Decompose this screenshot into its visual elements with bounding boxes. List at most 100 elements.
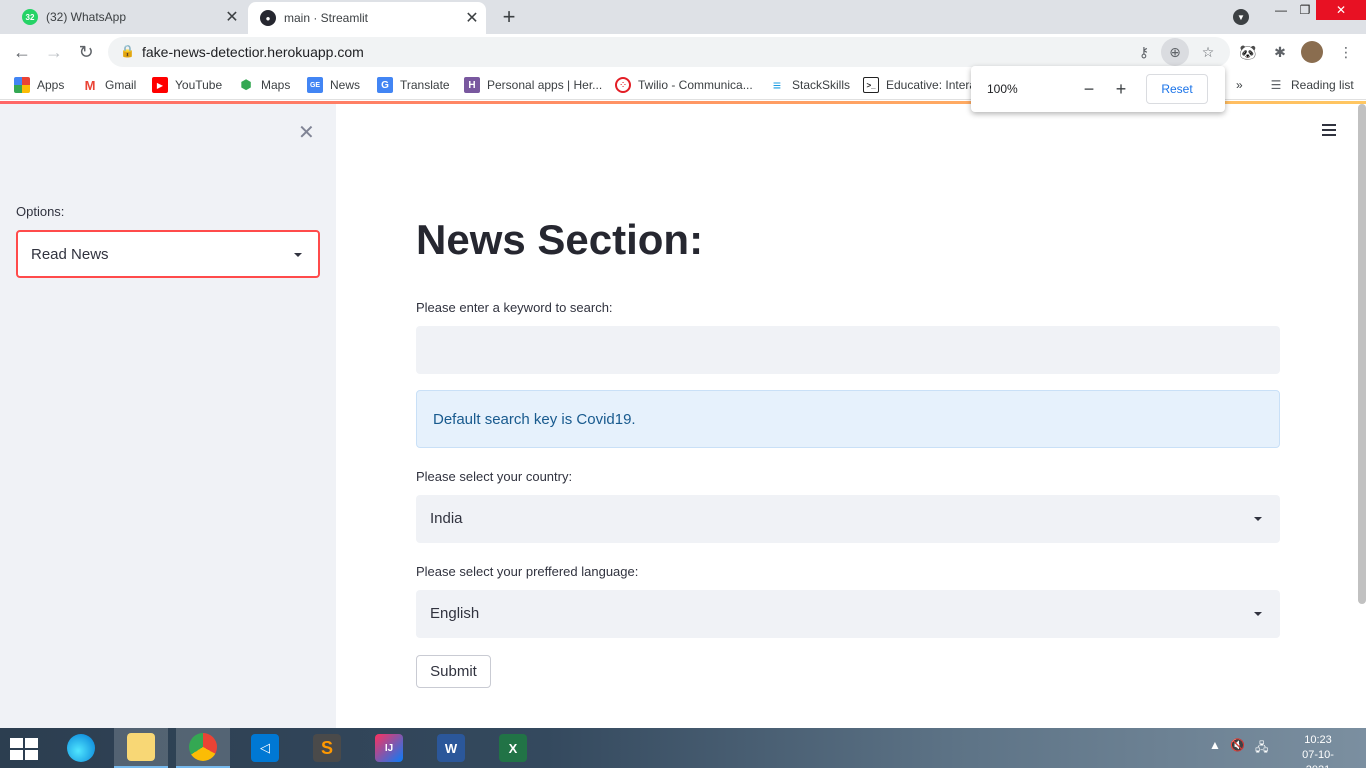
bookmark-label: Translate: [400, 78, 450, 92]
educative-icon: >_: [863, 77, 879, 93]
extension-panda-icon[interactable]: 🐼: [1238, 42, 1258, 62]
address-bar[interactable]: 🔒 fake-news-detectior.herokuapp.com ⚷ ⊕ …: [108, 37, 1230, 67]
chevron-down-icon: [294, 253, 302, 257]
taskbar-word[interactable]: W: [424, 728, 478, 768]
chevron-down-icon: [1254, 517, 1262, 521]
bookmark-label: Gmail: [105, 78, 137, 92]
zoom-reset-button[interactable]: Reset: [1146, 74, 1208, 104]
apps-grid-icon: [14, 77, 30, 93]
tab-title: main · Streamlit: [284, 11, 369, 25]
intellij-icon: IJ: [375, 734, 403, 762]
tab-search-icon[interactable]: ▼: [1233, 9, 1249, 25]
taskbar-chrome[interactable]: [176, 728, 230, 768]
bookmark-heroku[interactable]: H Personal apps | Her...: [464, 76, 602, 94]
zoom-icon[interactable]: ⊕: [1161, 38, 1189, 66]
bookmark-educative[interactable]: >_ Educative: Intera: [863, 76, 976, 94]
bookmarks-overflow-icon[interactable]: »: [1236, 76, 1243, 94]
country-select[interactable]: India: [416, 495, 1280, 543]
bookmark-star-icon[interactable]: ☆: [1198, 42, 1218, 62]
clock-date: 07-10-2021: [1302, 749, 1334, 776]
options-label: Options:: [16, 204, 65, 219]
taskbar-intellij[interactable]: IJ: [362, 728, 416, 768]
bookmark-stackskills[interactable]: ≡ StackSkills: [769, 76, 850, 94]
keyword-label: Please enter a keyword to search:: [416, 300, 613, 315]
main-content: News Section: Please enter a keyword to …: [336, 104, 1366, 728]
word-icon: W: [437, 734, 465, 762]
close-sidebar-icon[interactable]: ✕: [298, 120, 315, 145]
clock-time: 10:23: [1304, 734, 1332, 746]
forward-icon[interactable]: →: [42, 40, 66, 64]
tray-overflow-icon[interactable]: ▲: [1209, 738, 1221, 752]
chrome-icon: [189, 733, 217, 761]
key-icon[interactable]: ⚷: [1134, 42, 1154, 62]
folder-icon: [127, 733, 155, 761]
close-tab-icon[interactable]: ✕: [464, 10, 480, 27]
country-selected-value: India: [430, 510, 463, 527]
close-window-icon[interactable]: ✕: [1316, 0, 1366, 20]
bookmark-youtube[interactable]: ▶ YouTube: [152, 76, 222, 94]
language-label: Please select your preffered language:: [416, 564, 639, 579]
lock-icon[interactable]: 🔒: [120, 44, 135, 58]
taskbar-edge[interactable]: [54, 728, 108, 768]
tab-title: (32) WhatsApp: [46, 10, 127, 24]
extensions-puzzle-icon[interactable]: ✱: [1270, 42, 1290, 62]
twilio-icon: ⁘: [615, 77, 631, 93]
stackskills-icon: ≡: [769, 77, 785, 93]
gmail-icon: M: [82, 77, 98, 93]
new-tab-button[interactable]: +: [498, 6, 520, 28]
bookmark-label: YouTube: [175, 78, 223, 92]
translate-icon: G: [377, 77, 393, 93]
info-alert: Default search key is Covid19.: [416, 390, 1280, 448]
zoom-out-button[interactable]: −: [1078, 78, 1100, 100]
scrollbar[interactable]: [1358, 104, 1366, 604]
volume-muted-icon[interactable]: 🔇: [1230, 738, 1245, 752]
heroku-icon: H: [464, 77, 480, 93]
reading-list-icon: ☰: [1268, 77, 1284, 93]
maps-icon: ⬢: [238, 77, 254, 93]
taskbar-file-explorer[interactable]: [114, 728, 168, 768]
clock[interactable]: 10:23 07-10-2021: [1290, 733, 1346, 778]
bookmark-maps[interactable]: ⬢ Maps: [238, 76, 290, 94]
browser-toolbar: ← → ↻ 🔒 fake-news-detectior.herokuapp.co…: [0, 34, 1366, 70]
bookmark-apps[interactable]: Apps: [14, 76, 64, 94]
hamburger-menu-icon[interactable]: [1322, 124, 1338, 138]
network-icon[interactable]: 🖧: [1255, 738, 1268, 759]
page-title: News Section:: [416, 216, 704, 263]
language-selected-value: English: [430, 605, 480, 622]
sublime-icon: S: [313, 734, 341, 762]
close-tab-icon[interactable]: ✕: [224, 9, 240, 26]
windows-taskbar: ◁ S IJ W X ▲ 🔇 🖧 10:23 07-10-2021: [0, 728, 1366, 776]
excel-icon: X: [499, 734, 527, 762]
bookmark-news[interactable]: GE News: [307, 76, 360, 94]
back-icon[interactable]: ←: [10, 40, 34, 64]
bookmark-label: Personal apps | Her...: [487, 78, 603, 92]
sidebar: ✕ Options: Read News: [0, 104, 336, 728]
youtube-icon: ▶: [152, 77, 168, 93]
keyword-input[interactable]: [416, 326, 1280, 374]
options-select[interactable]: Read News: [16, 230, 320, 278]
streamlit-icon: ●: [260, 10, 276, 26]
taskbar-sublime[interactable]: S: [300, 728, 354, 768]
url-text: fake-news-detectior.herokuapp.com: [142, 44, 364, 60]
language-select[interactable]: English: [416, 590, 1280, 638]
browser-tab-strip: 32 (32) WhatsApp ✕ ● main · Streamlit ✕ …: [0, 0, 1366, 34]
profile-avatar[interactable]: [1301, 41, 1323, 63]
bookmark-label: StackSkills: [792, 78, 851, 92]
bookmark-twilio[interactable]: ⁘ Twilio - Communica...: [615, 76, 753, 94]
whatsapp-icon: 32: [22, 9, 38, 25]
taskbar-excel[interactable]: X: [486, 728, 540, 768]
zoom-in-button[interactable]: +: [1110, 78, 1132, 100]
tab-whatsapp[interactable]: 32 (32) WhatsApp ✕: [10, 0, 246, 34]
zoom-level: 100%: [987, 82, 1018, 96]
reading-list-button[interactable]: ☰ Reading list: [1268, 76, 1354, 94]
reload-icon[interactable]: ↻: [74, 40, 98, 64]
submit-button[interactable]: Submit: [416, 655, 491, 688]
bookmark-gmail[interactable]: M Gmail: [82, 76, 136, 94]
windows-start-icon[interactable]: [10, 738, 38, 760]
bookmark-translate[interactable]: G Translate: [377, 76, 450, 94]
taskbar-vscode[interactable]: ◁: [238, 728, 292, 768]
chevron-down-icon: [1254, 612, 1262, 616]
tab-streamlit[interactable]: ● main · Streamlit ✕: [248, 2, 486, 34]
more-menu-icon[interactable]: ⋮: [1336, 42, 1356, 62]
reading-list-label: Reading list: [1291, 78, 1354, 92]
